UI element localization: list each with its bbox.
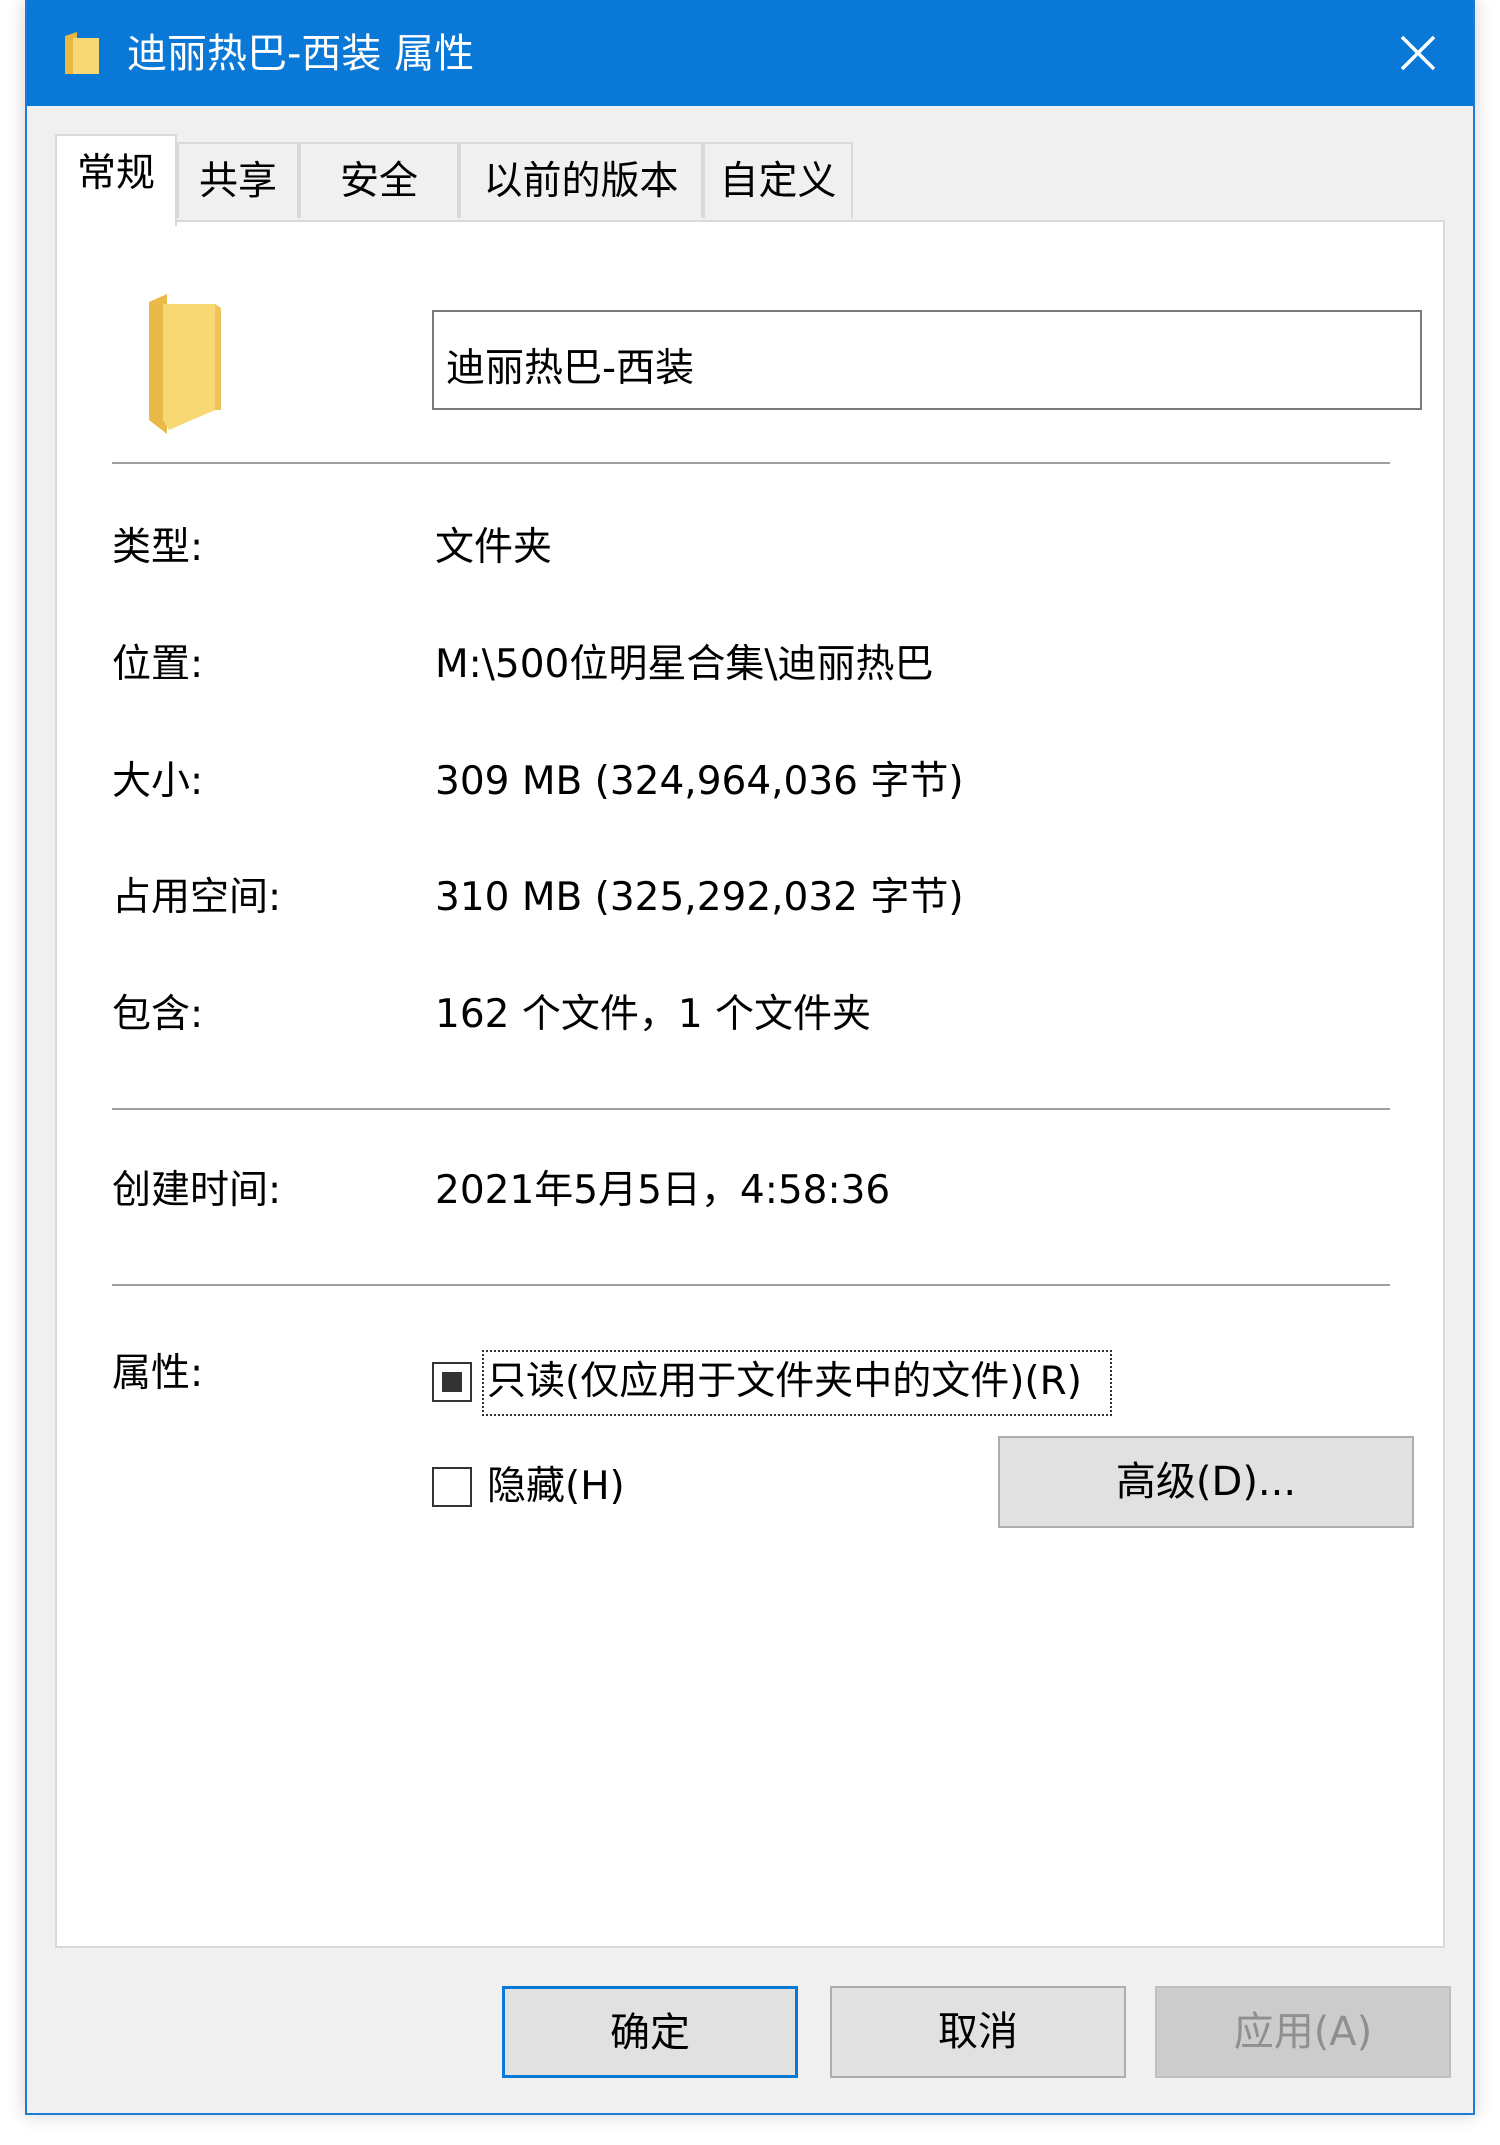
general-tab-panel: 类型: 文件夹 位置: M:\500位明星合集\迪丽热巴 大小: 309 MB … xyxy=(55,220,1445,1948)
readonly-label[interactable]: 只读(仅应用于文件夹中的文件)(R) xyxy=(487,1356,1082,1408)
size-label: 大小: xyxy=(112,759,204,804)
folder-large-icon xyxy=(149,294,221,434)
ok-button[interactable]: 确定 xyxy=(502,1986,798,2078)
type-label: 类型: xyxy=(112,525,204,570)
tab-general[interactable]: 常规 xyxy=(55,134,177,226)
divider xyxy=(112,462,1390,464)
apply-button[interactable]: 应用(A) xyxy=(1155,1986,1451,2078)
hidden-label[interactable]: 隐藏(H) xyxy=(487,1461,625,1513)
window-title: 迪丽热巴-西装 属性 xyxy=(127,31,475,77)
size-value: 309 MB (324,964,036 字节) xyxy=(435,759,964,804)
contains-label: 包含: xyxy=(112,992,204,1037)
tab-customize[interactable]: 自定义 xyxy=(703,142,853,218)
properties-dialog: 迪丽热巴-西装 属性 常规 共享 安全 以前的版本 自定义 类型: 文件夹 位置… xyxy=(25,0,1475,2115)
disk-size-label: 占用空间: xyxy=(112,875,282,920)
tab-security[interactable]: 安全 xyxy=(299,142,459,218)
readonly-checkbox[interactable] xyxy=(432,1362,472,1402)
tab-sharing[interactable]: 共享 xyxy=(177,142,299,218)
close-button[interactable] xyxy=(1363,0,1473,106)
cancel-button[interactable]: 取消 xyxy=(830,1986,1126,2078)
created-label: 创建时间: xyxy=(112,1168,282,1213)
close-icon xyxy=(1400,35,1436,71)
disk-size-value: 310 MB (325,292,032 字节) xyxy=(435,875,964,920)
divider xyxy=(112,1284,1390,1286)
tab-previous-versions[interactable]: 以前的版本 xyxy=(459,142,703,218)
type-value: 文件夹 xyxy=(435,525,553,570)
attributes-label: 属性: xyxy=(112,1351,204,1396)
advanced-button[interactable]: 高级(D)... xyxy=(998,1436,1414,1528)
divider xyxy=(112,1108,1390,1110)
title-bar: 迪丽热巴-西装 属性 xyxy=(27,0,1473,106)
hidden-checkbox[interactable] xyxy=(432,1467,472,1507)
folder-name-input[interactable] xyxy=(432,310,1422,410)
folder-icon xyxy=(65,32,99,74)
contains-value: 162 个文件，1 个文件夹 xyxy=(435,992,872,1037)
created-value: 2021年5月5日，4:58:36 xyxy=(435,1168,891,1213)
location-label: 位置: xyxy=(112,642,204,687)
indeterminate-mark xyxy=(442,1372,462,1392)
location-value: M:\500位明星合集\迪丽热巴 xyxy=(435,642,934,687)
